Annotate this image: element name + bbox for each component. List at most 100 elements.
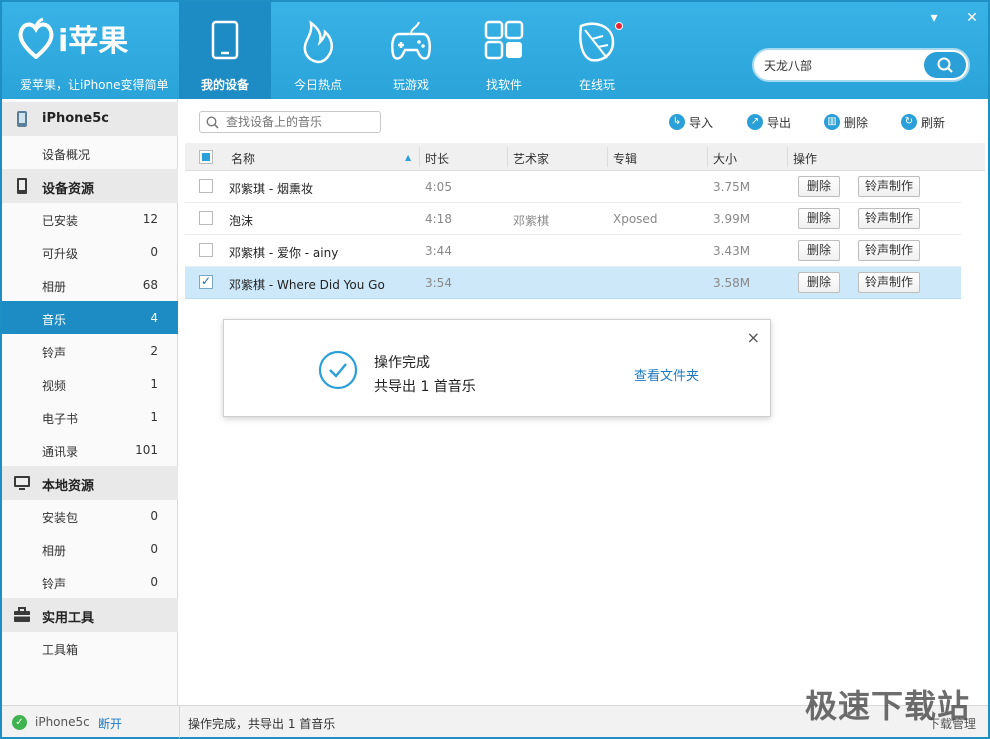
global-search-input[interactable] [764, 54, 914, 76]
sidebar-item-count: 68 [142, 278, 158, 292]
column-divider [507, 147, 508, 167]
select-all-checkbox[interactable] [199, 150, 213, 164]
notification-dot [615, 22, 623, 30]
song-size: 3.75M [713, 180, 751, 194]
column-divider [419, 147, 420, 167]
song-album: Xposed [613, 212, 658, 226]
row-delete-button[interactable]: 删除 [798, 176, 840, 197]
music-search [199, 111, 381, 133]
column-header-artist[interactable]: 艺术家 [513, 150, 549, 167]
row-checkbox[interactable] [199, 274, 213, 289]
sidebar-section-device[interactable]: iPhone5c [2, 102, 178, 136]
sidebar-item-music[interactable]: 音乐 4 [2, 301, 178, 334]
column-header-size[interactable]: 大小 [713, 150, 737, 167]
row-delete-button[interactable]: 删除 [798, 208, 840, 229]
sidebar-section-label: 本地资源 [42, 479, 95, 494]
sidebar-section-local[interactable]: 本地资源 [2, 466, 178, 500]
device-resource-icon [17, 178, 27, 194]
sidebar-section-label: iPhone5c [42, 111, 109, 126]
row-ringtone-button[interactable]: 铃声制作 [858, 272, 920, 293]
sort-asc-icon: ▲ [405, 153, 412, 162]
sidebar-item-device-overview[interactable]: 设备概况 [2, 136, 178, 169]
sidebar-item-local-ringtones[interactable]: 铃声 0 [2, 565, 178, 598]
window-menu-button[interactable]: ▾ [926, 10, 942, 26]
row-ringtone-button[interactable]: 铃声制作 [858, 208, 920, 229]
table-row[interactable]: 邓紫琪 - 烟熏妆 4:05 3.75M 删除 铃声制作 [185, 171, 961, 203]
connected-check-icon: ✓ [12, 715, 27, 730]
row-checkbox[interactable] [199, 243, 213, 257]
trash-icon: ▥ [824, 114, 840, 130]
table-row-selected[interactable]: 邓紫棋 - Where Did You Go 3:54 3.58M 删除 铃声制… [185, 267, 961, 299]
nav-my-device[interactable]: 我的设备 [179, 2, 271, 99]
main-panel: ↳ 导入 ↗ 导出 ▥ 删除 ↻ 刷新 名称 ▲ 时长 艺术家 专辑 大小 [179, 99, 988, 705]
column-header-action: 操作 [793, 152, 818, 166]
sidebar-item-videos[interactable]: 视频 1 [2, 367, 178, 400]
row-checkbox[interactable] [199, 179, 213, 193]
header: i苹果 爱苹果，让iPhone变得简单 我的设备 今日热点 玩游戏 找软件 在线… [2, 2, 988, 99]
song-name: 邓紫棋 - 爱你 - ainy [229, 246, 339, 260]
row-delete-button[interactable]: 删除 [798, 240, 840, 261]
song-size: 3.43M [713, 244, 751, 258]
sidebar-item-label: 安装包 [42, 511, 79, 525]
nav-label: 今日热点 [293, 78, 342, 92]
song-duration: 4:05 [425, 180, 452, 194]
sidebar-item-upgradable[interactable]: 可升级 0 [2, 235, 178, 268]
sidebar-item-ringtones[interactable]: 铃声 2 [2, 334, 178, 367]
sidebar-item-count: 1 [150, 377, 158, 391]
column-header-album[interactable]: 专辑 [613, 150, 637, 167]
table-row[interactable]: 邓紫棋 - 爱你 - ainy 3:44 3.43M 删除 铃声制作 [185, 235, 961, 267]
column-header-duration[interactable]: 时长 [425, 150, 449, 167]
sidebar-item-installed[interactable]: 已安装 12 [2, 202, 178, 235]
nav-play-online[interactable]: 在线玩 [551, 2, 643, 99]
row-delete-button[interactable]: 删除 [798, 272, 840, 293]
heart-apple-icon [18, 17, 54, 59]
sidebar-item-label: 相册 [42, 544, 67, 558]
sidebar-item-count: 0 [150, 509, 158, 523]
sidebar-item-label: 通讯录 [42, 445, 79, 459]
sidebar-item-label: 已安装 [42, 214, 79, 228]
disconnect-link[interactable]: 断开 [98, 715, 122, 732]
check-circle-icon [318, 350, 358, 390]
app-window: i苹果 爱苹果，让iPhone变得简单 我的设备 今日热点 玩游戏 找软件 在线… [0, 0, 990, 739]
open-folder-link[interactable]: 查看文件夹 [634, 365, 699, 384]
flame-icon [303, 20, 334, 64]
sidebar-item-contacts[interactable]: 通讯录 101 [2, 433, 178, 466]
column-header-name[interactable]: 名称 [231, 150, 255, 167]
row-ringtone-button[interactable]: 铃声制作 [858, 176, 920, 197]
search-icon [206, 116, 219, 129]
sidebar-item-label: 可升级 [42, 247, 79, 261]
apps-grid-icon [484, 20, 524, 60]
table-row[interactable]: 泡沫 4:18 邓紫棋 Xposed 3.99M 删除 铃声制作 [185, 203, 961, 235]
row-ringtone-button[interactable]: 铃声制作 [858, 240, 920, 261]
sidebar-item-photos[interactable]: 相册 68 [2, 268, 178, 301]
row-checkbox[interactable] [199, 211, 213, 225]
nav-today-hot[interactable]: 今日热点 [272, 2, 364, 99]
brand-name: i苹果 [58, 24, 129, 59]
sidebar-item-local-photos[interactable]: 相册 0 [2, 532, 178, 565]
sidebar-item-ebooks[interactable]: 电子书 1 [2, 400, 178, 433]
import-icon: ↳ [669, 114, 685, 130]
sidebar-section-resources[interactable]: 设备资源 [2, 169, 178, 203]
nav-games[interactable]: 玩游戏 [365, 2, 457, 99]
sidebar: iPhone5c 设备概况 设备资源 已安装 12 可升级 0 相册 68 音乐… [2, 99, 178, 705]
sidebar-item-local-packages[interactable]: 安装包 0 [2, 499, 178, 532]
song-name: 泡沫 [229, 214, 254, 228]
window-close-button[interactable]: ✕ [964, 10, 980, 26]
music-search-input[interactable] [226, 114, 376, 130]
sidebar-item-label: 铃声 [42, 346, 67, 360]
close-icon[interactable]: × [747, 328, 760, 347]
status-divider [179, 706, 180, 738]
monitor-icon [14, 476, 30, 490]
sidebar-item-toolbox[interactable]: 工具箱 [2, 631, 178, 664]
sidebar-item-count: 0 [150, 575, 158, 589]
sidebar-item-count: 4 [150, 311, 158, 325]
sidebar-section-tools[interactable]: 实用工具 [2, 598, 178, 632]
global-search-button[interactable] [924, 52, 966, 78]
search-icon [937, 57, 953, 73]
song-artist: 邓紫棋 [513, 214, 550, 228]
nav-find-apps[interactable]: 找软件 [458, 2, 550, 99]
table-header: 名称 ▲ 时长 艺术家 专辑 大小 操作 [185, 143, 985, 171]
toast-message: 共导出 1 首音乐 [374, 379, 476, 395]
slogan: 爱苹果，让iPhone变得简单 [20, 78, 169, 92]
nav-label: 玩游戏 [392, 78, 429, 92]
